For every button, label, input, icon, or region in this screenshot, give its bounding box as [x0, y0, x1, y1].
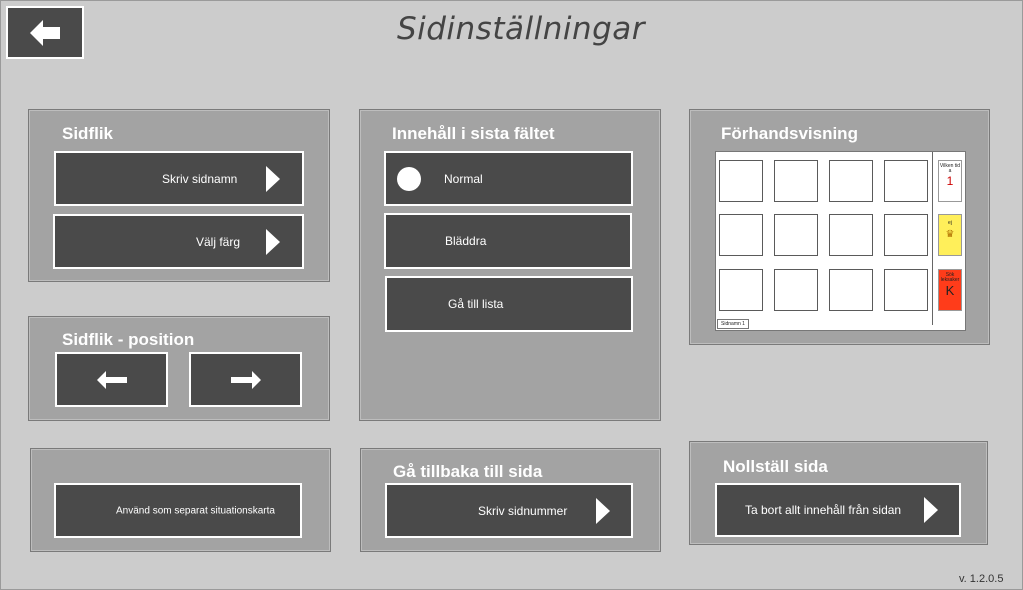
- arrow-left-icon: [97, 371, 127, 389]
- preview-side-card-glyph: ♛: [945, 229, 955, 240]
- write-page-name-button[interactable]: Skriv sidnamn: [54, 151, 304, 206]
- use-as-separate-map-label: Använd som separat situationskarta: [116, 505, 275, 516]
- preview-side-card: ej ♛: [938, 214, 962, 256]
- selected-radio-icon: [397, 166, 421, 191]
- preview-cell: [719, 214, 763, 256]
- reset-page-title: Nollställ sida: [723, 457, 828, 476]
- chevron-right-icon: [266, 165, 280, 192]
- arrow-right-icon: [231, 371, 261, 389]
- back-button[interactable]: [6, 6, 84, 59]
- arrow-left-icon: [30, 20, 60, 46]
- preview-divider: [932, 152, 933, 325]
- option-browse-button[interactable]: Bläddra: [384, 213, 632, 269]
- clear-page-content-button[interactable]: Ta bort allt innehåll från sidan: [715, 483, 961, 537]
- preview-side-card-text: ej: [948, 220, 952, 226]
- preview-side-card: Vilken tid a 1: [938, 160, 962, 202]
- preview-cell: [774, 214, 818, 256]
- use-as-separate-map-button[interactable]: Använd som separat situationskarta: [54, 483, 302, 538]
- preview-cell: [719, 160, 763, 202]
- preview-cell: [884, 160, 928, 202]
- choose-color-button[interactable]: Välj färg: [53, 214, 304, 269]
- preview-tab-label: Sidnamn 1: [717, 319, 749, 329]
- write-page-number-button[interactable]: Skriv sidnummer: [385, 483, 633, 538]
- preview-side-card-text: Sök leksaker: [940, 272, 960, 283]
- preview-cell: [774, 160, 818, 202]
- clear-page-content-label: Ta bort allt innehåll från sidan: [745, 503, 902, 517]
- preview-side-card-glyph: 1: [946, 174, 954, 188]
- option-normal-button[interactable]: Normal: [384, 151, 633, 206]
- preview-cell: [719, 269, 763, 311]
- version-label: v. 1.2.0.5: [959, 573, 1004, 585]
- preview-cell: [829, 214, 873, 256]
- option-browse-label: Bläddra: [445, 234, 487, 248]
- preview-cell: [884, 214, 928, 256]
- page-title: Sidinställningar: [396, 11, 646, 47]
- chevron-right-icon: [266, 228, 280, 255]
- chevron-right-icon: [596, 497, 610, 524]
- preview-side-card-glyph: K: [945, 283, 955, 298]
- option-go-to-list-button[interactable]: Gå till lista: [385, 276, 633, 332]
- tab-position-right-button[interactable]: [189, 352, 302, 407]
- option-normal-label: Normal: [444, 171, 483, 186]
- preview-cell: [774, 269, 818, 311]
- tab-position-left-button[interactable]: [55, 352, 168, 407]
- option-go-to-list-label: Gå till lista: [448, 297, 504, 311]
- preview-cell: [829, 160, 873, 202]
- preview-cell: [829, 269, 873, 311]
- write-page-name-label: Skriv sidnamn: [162, 171, 238, 186]
- preview-side-card-text: Vilken tid a: [939, 163, 961, 174]
- preview-cell: [884, 269, 928, 311]
- settings-screen: Sidinställningar Sidflik Skriv sidnamn V…: [0, 0, 1023, 590]
- sidflik-position-title: Sidflik - position: [62, 330, 195, 349]
- sidflik-title: Sidflik: [62, 124, 114, 143]
- write-page-number-label: Skriv sidnummer: [478, 503, 568, 518]
- preview-title: Förhandsvisning: [721, 124, 858, 143]
- choose-color-label: Välj färg: [196, 234, 241, 249]
- chevron-right-icon: [924, 497, 938, 523]
- last-field-title: Innehåll i sista fältet: [392, 124, 555, 143]
- go-back-page-title: Gå tillbaka till sida: [393, 462, 543, 481]
- preview-side-card: Sök leksaker K: [938, 269, 962, 311]
